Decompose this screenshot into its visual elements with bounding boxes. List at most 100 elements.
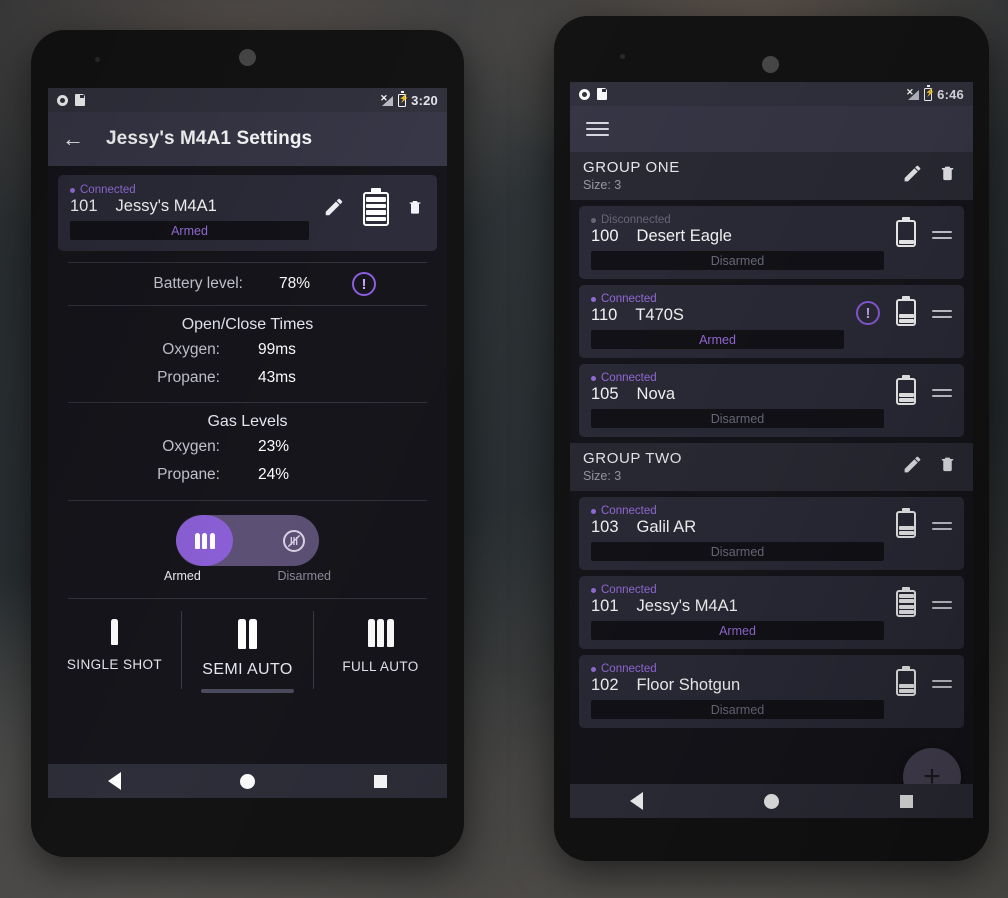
status-clock: 3:20 — [411, 92, 438, 108]
nav-recents-icon[interactable] — [374, 774, 388, 788]
signal-icon: ✕ — [906, 88, 920, 100]
device-row[interactable]: Connected 103 Galil AR Disarmed — [579, 497, 964, 570]
edit-pencil-icon[interactable] — [902, 454, 923, 480]
back-button[interactable]: ← — [62, 128, 84, 150]
group-name: GROUP TWO — [583, 450, 683, 467]
oxygen-time-value: 99ms — [258, 341, 296, 358]
battery-icon[interactable] — [363, 188, 389, 226]
fire-mode-label: SINGLE SHOT — [66, 657, 163, 672]
drag-handle-icon[interactable] — [932, 300, 952, 322]
battery-level-label: Battery level: — [153, 275, 243, 292]
sd-card-icon — [75, 94, 85, 106]
page-title: Jessy's M4A1 Settings — [106, 128, 313, 149]
open-close-row: Oxygen: 99ms — [48, 336, 447, 364]
arm-state-bar: Disarmed — [591, 409, 884, 428]
delete-trash-icon[interactable] — [939, 163, 956, 188]
battery-icon[interactable] — [896, 217, 916, 247]
arm-toggle-section: Armed Disarmed — [48, 501, 447, 583]
device-name: Nova — [636, 385, 676, 403]
fire-mode-label: SEMI AUTO — [202, 661, 293, 678]
gas-level-row: Propane: 24% — [48, 461, 447, 489]
no-bullets-icon — [283, 529, 305, 552]
group-header[interactable]: GROUP TWO Size: 3 — [570, 443, 973, 491]
oxygen-gas-value: 23% — [258, 438, 290, 455]
fire-mode-semi-auto[interactable]: SEMI AUTO — [181, 605, 314, 693]
battery-icon[interactable] — [896, 587, 916, 617]
battery-charging-icon — [924, 85, 933, 101]
delete-trash-icon[interactable] — [407, 197, 423, 217]
device-name: Floor Shotgun — [636, 676, 741, 694]
battery-icon[interactable] — [896, 508, 916, 538]
device-row[interactable]: Connected 110 T470S Armed ! — [579, 285, 964, 358]
nav-home-icon[interactable] — [239, 773, 255, 789]
device-summary-card[interactable]: Connected 101 Jessy's M4A1 Armed — [58, 175, 437, 251]
edit-pencil-icon[interactable] — [323, 196, 345, 218]
device-name: Desert Eagle — [636, 227, 732, 245]
right-phone-sensor-dot — [620, 54, 625, 59]
right-phone-device: ✕ 6:46 GROUP ONE Size: 3 — [554, 16, 989, 861]
double-bullet-icon — [238, 619, 257, 649]
warning-alert-icon[interactable]: ! — [352, 272, 377, 296]
connection-dot-icon — [591, 508, 596, 514]
hamburger-menu-icon[interactable] — [586, 118, 609, 139]
battery-icon[interactable] — [896, 296, 916, 326]
battery-icon[interactable] — [896, 375, 916, 405]
arm-state-bar: Armed — [70, 221, 309, 240]
fire-mode-selector: SINGLE SHOT SEMI AUTO FULL AUTO — [48, 605, 447, 693]
edit-pencil-icon[interactable] — [902, 163, 923, 189]
nav-home-icon[interactable] — [763, 793, 779, 809]
screenshot-stage: ✕ 3:20 ← Jessy's M4A1 Settings Connected — [0, 0, 1008, 898]
nav-recents-icon[interactable] — [899, 794, 913, 808]
drag-handle-icon[interactable] — [932, 379, 952, 401]
bullets-icon — [194, 532, 215, 549]
arm-state-bar: Armed — [591, 621, 884, 640]
divider — [68, 598, 427, 599]
device-id: 102 — [591, 676, 619, 694]
group-header[interactable]: GROUP ONE Size: 3 — [570, 152, 973, 200]
propane-time-label: Propane: — [157, 369, 220, 386]
left-nav-bar — [48, 764, 447, 798]
connection-label: Connected — [601, 293, 657, 305]
nav-back-icon[interactable] — [630, 792, 644, 810]
connection-dot-icon — [70, 187, 75, 193]
device-id: 101 — [591, 597, 619, 615]
gas-level-row: Oxygen: 23% — [48, 433, 447, 461]
warning-alert-icon[interactable]: ! — [856, 301, 880, 325]
connection-label: Connected — [80, 184, 136, 196]
connection-label: Connected — [601, 663, 657, 675]
device-row[interactable]: Disconnected 100 Desert Eagle Disarmed — [579, 206, 964, 279]
connection-dot-icon — [591, 217, 596, 223]
device-info: Connected 101 Jessy's M4A1 Armed — [70, 184, 309, 240]
right-appbar — [570, 106, 973, 152]
device-group-list[interactable]: GROUP ONE Size: 3 Disconnected 100 Deser… — [570, 152, 973, 818]
fire-mode-single-shot[interactable]: SINGLE SHOT — [48, 605, 181, 683]
left-phone-screen: ✕ 3:20 ← Jessy's M4A1 Settings Connected — [48, 88, 447, 798]
battery-icon[interactable] — [896, 666, 916, 696]
connection-dot-icon — [591, 375, 596, 381]
toggle-knob — [176, 515, 233, 566]
drag-handle-icon[interactable] — [932, 670, 952, 692]
connection-label: Connected — [601, 372, 657, 384]
drag-handle-icon[interactable] — [932, 591, 952, 613]
device-row[interactable]: Connected 102 Floor Shotgun Disarmed — [579, 655, 964, 728]
gas-levels-title: Gas Levels — [207, 413, 288, 430]
drag-handle-icon[interactable] — [932, 221, 952, 243]
battery-level-row: Battery level: 78% ! — [48, 263, 447, 305]
fire-mode-full-auto[interactable]: FULL AUTO — [314, 605, 447, 683]
sd-card-icon — [597, 88, 607, 100]
group-name: GROUP ONE — [583, 159, 680, 176]
arm-state-bar: Armed — [591, 330, 844, 349]
delete-trash-icon[interactable] — [939, 454, 956, 479]
device-row[interactable]: Connected 101 Jessy's M4A1 Armed — [579, 576, 964, 649]
device-row[interactable]: Connected 105 Nova Disarmed — [579, 364, 964, 437]
single-bullet-icon — [111, 619, 118, 645]
arm-disarm-toggle[interactable] — [176, 515, 319, 566]
right-phone-camera — [762, 56, 779, 73]
oxygen-time-label: Oxygen: — [162, 341, 220, 358]
open-close-title: Open/Close Times — [181, 316, 314, 333]
group-size: Size: 3 — [583, 469, 622, 483]
propane-gas-value: 24% — [258, 466, 290, 483]
drag-handle-icon[interactable] — [932, 512, 952, 534]
device-id: 103 — [591, 518, 619, 536]
nav-back-icon[interactable] — [107, 772, 121, 790]
